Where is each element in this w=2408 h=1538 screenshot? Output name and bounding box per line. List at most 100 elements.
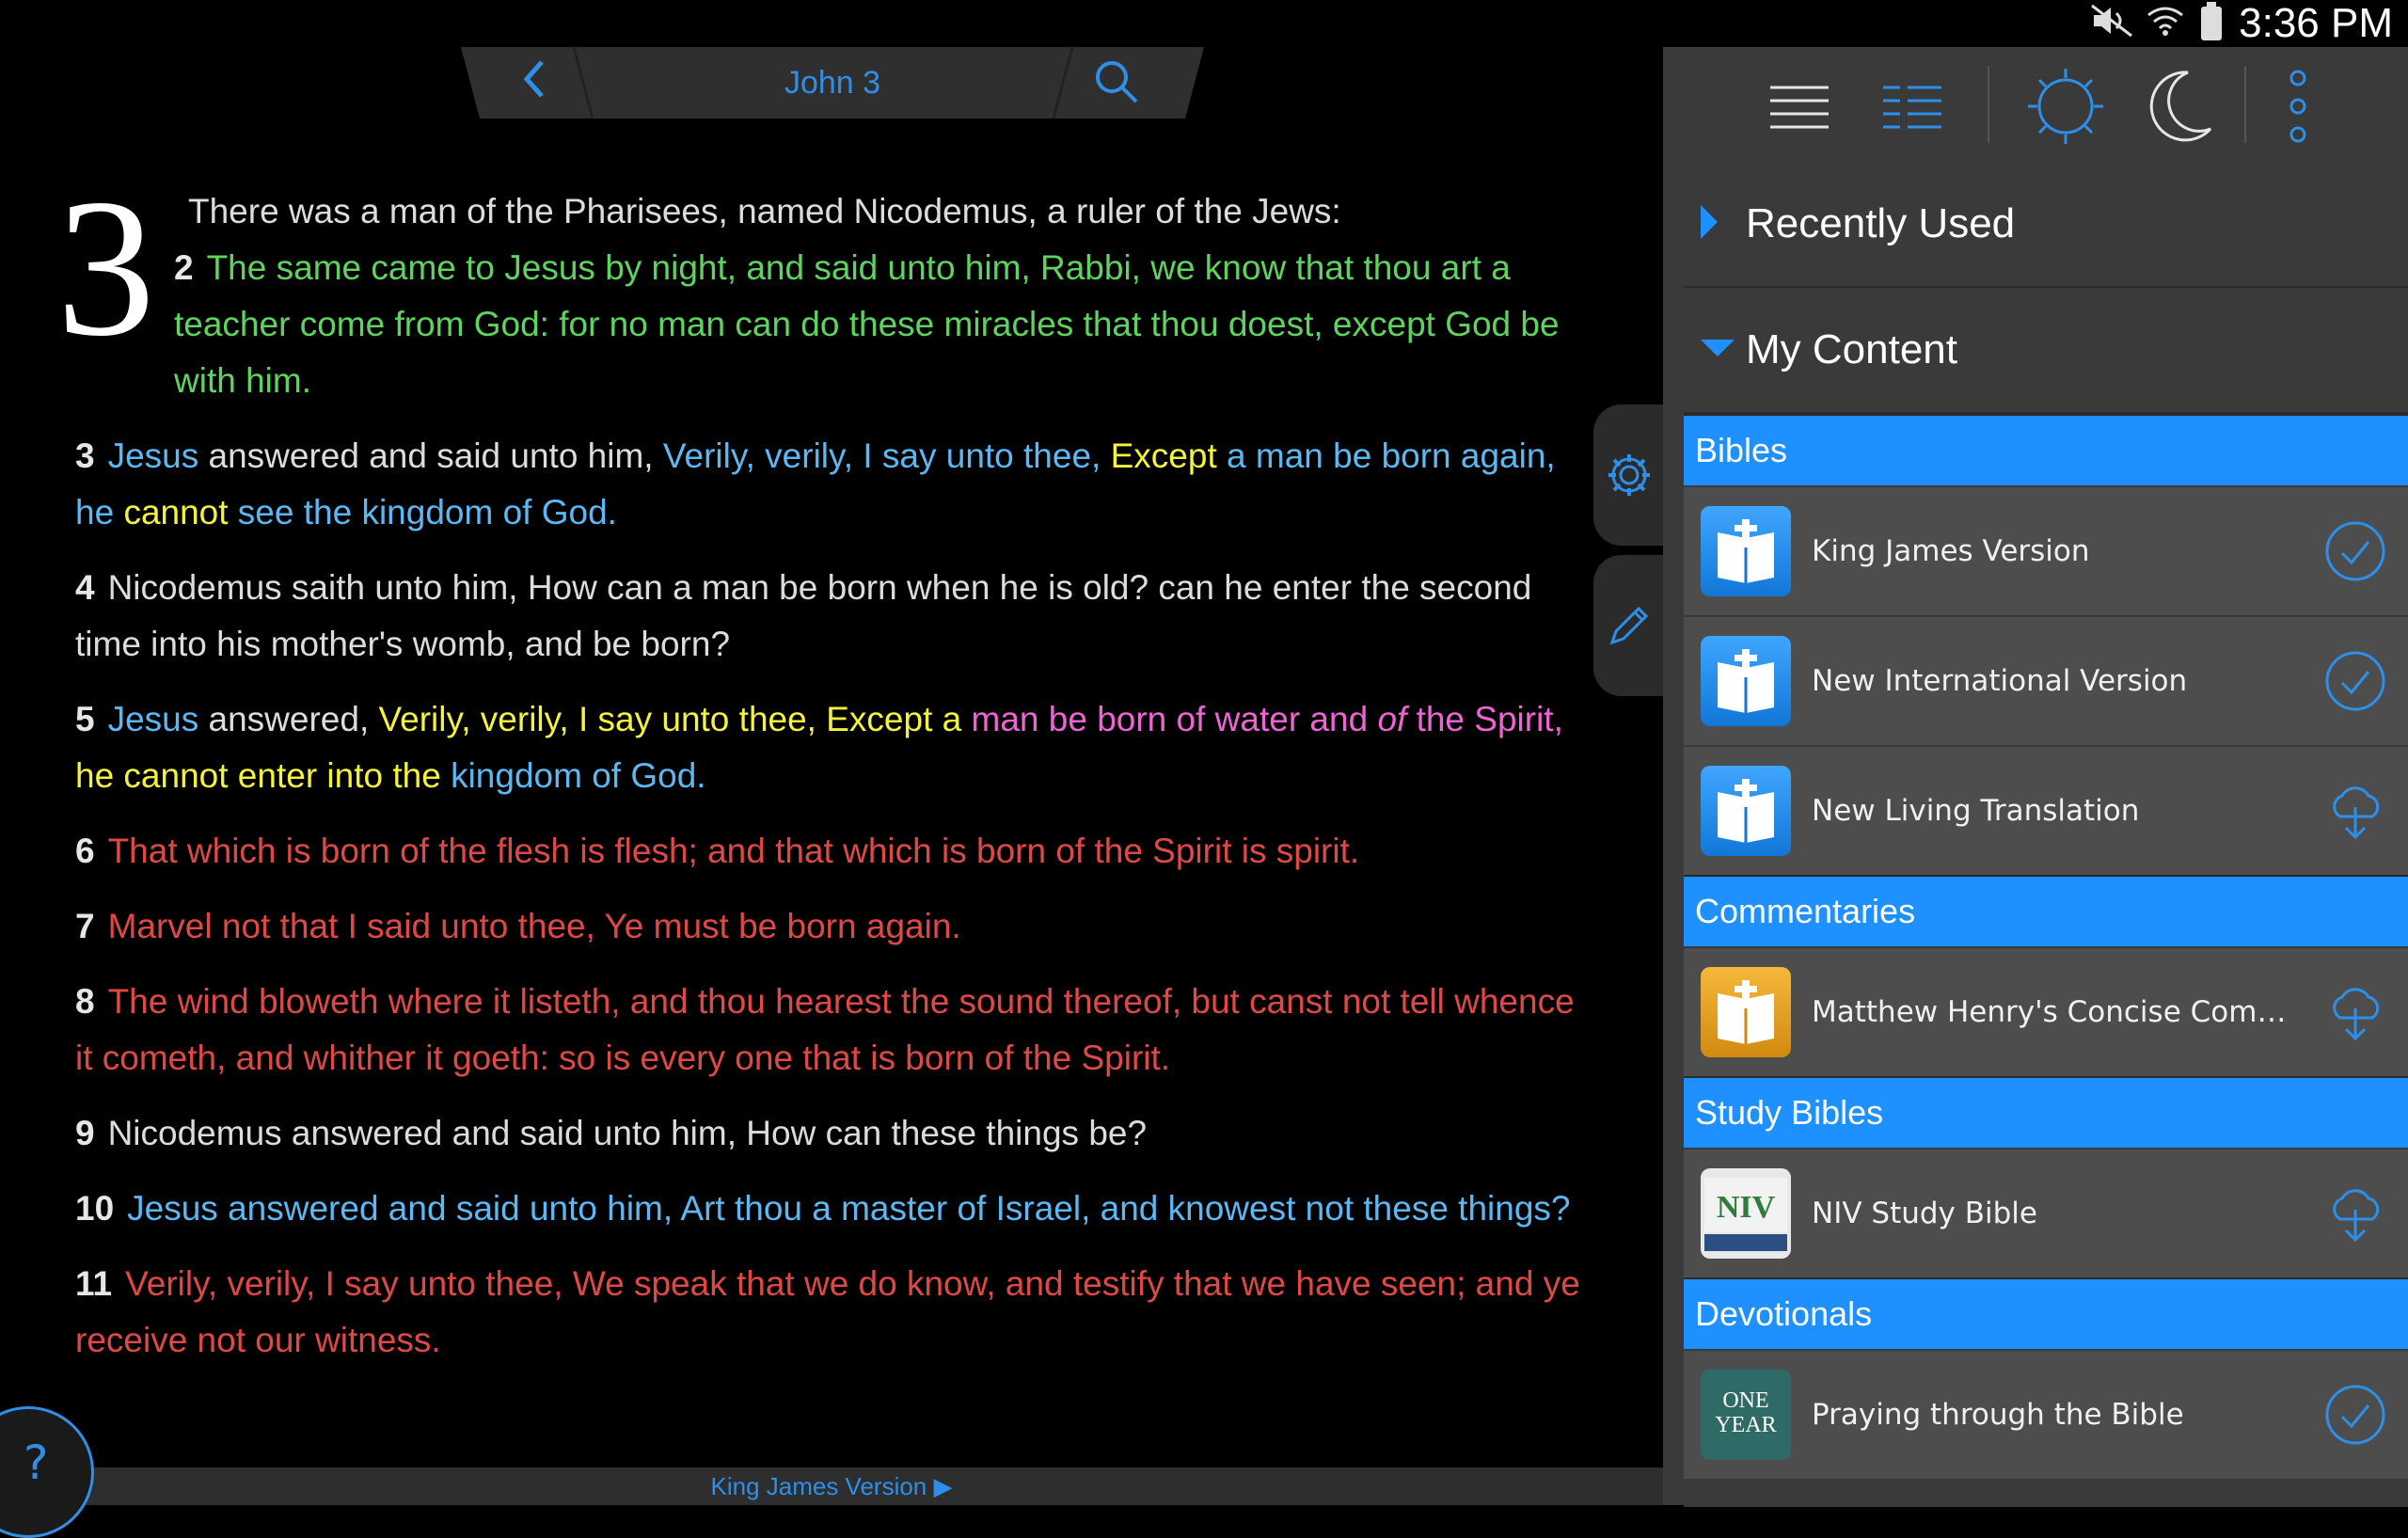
gold-book-icon bbox=[1701, 967, 1791, 1057]
verse-3[interactable]: 3 Jesus answered and said unto him, Veril… bbox=[75, 428, 1590, 541]
pencil-icon bbox=[1609, 606, 1649, 645]
search-icon bbox=[1096, 61, 1138, 103]
verse-segment: The wind bloweth where it listeth, and t… bbox=[75, 982, 1575, 1077]
content-item[interactable]: Matthew Henry's Concise Commentary bbox=[1684, 946, 2408, 1076]
verse-10[interactable]: 10 Jesus answered and said unto him, Art … bbox=[75, 1181, 1590, 1237]
svg-text:YEAR: YEAR bbox=[1715, 1413, 1776, 1437]
verse-text: There was a man of the Pharisees, named … bbox=[75, 183, 1590, 1387]
version-label[interactable]: King James Version ▶ bbox=[710, 1472, 952, 1501]
verse-segment: Verily, verily, I say unto thee, bbox=[662, 436, 1111, 475]
svg-text:ONE: ONE bbox=[1722, 1388, 1768, 1413]
svg-text:NIV: NIV bbox=[1717, 1190, 1776, 1225]
content-item[interactable]: New Living Translation bbox=[1684, 745, 2408, 875]
content-item[interactable]: ONE YEAR Praying through the Bible bbox=[1684, 1349, 2408, 1479]
chapter-title[interactable]: John 3 bbox=[649, 47, 1016, 119]
more-options-button[interactable] bbox=[2256, 64, 2340, 149]
category-header-bibles[interactable]: Bibles bbox=[1684, 414, 2408, 485]
verse-9[interactable]: 9 Nicodemus answered and said unto him, H… bbox=[75, 1105, 1590, 1162]
my-content-label: My Content bbox=[1746, 326, 1957, 373]
search-button[interactable] bbox=[1093, 58, 1149, 107]
caret-right-icon bbox=[1699, 203, 1736, 245]
verse-5[interactable]: 5 Jesus answered, Verily, verily, I say u… bbox=[75, 691, 1590, 804]
verse-segment: Verily, verily, I say unto thee, Except … bbox=[378, 700, 972, 738]
verse-segment: he cannot enter into the bbox=[75, 756, 452, 795]
verse-number: 6 bbox=[75, 832, 95, 870]
help-icon: ? bbox=[24, 1435, 49, 1490]
back-button[interactable] bbox=[519, 58, 576, 107]
panel-toolbar bbox=[1663, 47, 2408, 162]
content-item[interactable]: King James Version bbox=[1684, 485, 2408, 615]
columns-list-icon bbox=[1883, 86, 1941, 129]
blue-book-icon bbox=[1701, 766, 1791, 856]
content-item-name: Praying through the Bible bbox=[1812, 1398, 2184, 1432]
category-header-commentaries[interactable]: Commentaries bbox=[1684, 875, 2408, 946]
installed-check-icon[interactable] bbox=[2323, 649, 2387, 713]
content-item[interactable]: NIV NIV Study Bible bbox=[1684, 1148, 2408, 1277]
help-button[interactable]: ? bbox=[0, 1406, 94, 1538]
verse-8[interactable]: 8 The wind bloweth where it listeth, and … bbox=[75, 974, 1590, 1086]
toolbar-divider-2 bbox=[2244, 66, 2246, 143]
verse-number: 11 bbox=[75, 1264, 113, 1303]
verse-segment: answered and said unto him, bbox=[198, 436, 663, 475]
verse-segment: Jesus answered and said unto him, Art th… bbox=[127, 1189, 1571, 1228]
verse-segment: of bbox=[1377, 700, 1407, 738]
verse-4[interactable]: 4 Nicodemus saith unto him, How can a man… bbox=[75, 560, 1590, 673]
columns-view-button[interactable] bbox=[1870, 64, 1955, 149]
recently-used-header[interactable]: Recently Used bbox=[1684, 162, 2408, 288]
verse-segment: The same came to Jesus by night, and sai… bbox=[174, 248, 1560, 400]
verse-segment: Marvel not that I said unto thee, Ye mus… bbox=[107, 907, 961, 945]
version-footer[interactable]: King James Version ▶ bbox=[0, 1467, 1663, 1505]
verse-number: 4 bbox=[75, 568, 95, 607]
niv-icon: NIV bbox=[1701, 1168, 1791, 1259]
verse-segment: cannot bbox=[123, 493, 229, 531]
verse-segment: That which is born of the flesh is flesh… bbox=[107, 832, 1360, 870]
category-header-devotionals[interactable]: Devotionals bbox=[1684, 1277, 2408, 1349]
verse-number: 8 bbox=[75, 982, 95, 1021]
toolbar-divider bbox=[1988, 66, 1989, 143]
verse-number: 10 bbox=[75, 1189, 115, 1228]
overflow-menu-icon bbox=[2289, 70, 2306, 143]
verse-segment: Nicodemus saith unto him, How can a man … bbox=[75, 568, 1532, 663]
battery-icon bbox=[2201, 2, 2223, 40]
verse-7[interactable]: 7 Marvel not that I said unto thee, Ye mu… bbox=[75, 898, 1590, 955]
night-mode-button[interactable] bbox=[2136, 64, 2221, 149]
blue-book-icon bbox=[1701, 506, 1791, 596]
list-view-button[interactable] bbox=[1757, 64, 1842, 149]
category-header-study-bibles[interactable]: Study Bibles bbox=[1684, 1076, 2408, 1148]
my-content-header[interactable]: My Content bbox=[1684, 288, 2408, 414]
verse-segment: man be born of water and bbox=[971, 700, 1378, 738]
verse-number: 3 bbox=[75, 436, 95, 475]
sun-icon bbox=[2028, 69, 2103, 144]
wifi-icon bbox=[2147, 0, 2184, 48]
installed-check-icon[interactable] bbox=[2323, 1383, 2387, 1447]
cloud-download-icon[interactable] bbox=[2323, 1181, 2387, 1245]
verse-segment: Verily, verily, I say unto thee, We spea… bbox=[75, 1264, 1580, 1359]
content-item-name: New Living Translation bbox=[1812, 794, 2140, 828]
moon-icon bbox=[2149, 71, 2212, 142]
verse-1[interactable]: There was a man of the Pharisees, named … bbox=[75, 183, 1590, 240]
mute-icon bbox=[2090, 0, 2133, 48]
verse-segment: Jesus bbox=[107, 436, 199, 475]
verse-11[interactable]: 11 Verily, verily, I say unto thee, We sp… bbox=[75, 1256, 1590, 1369]
verse-2[interactable]: 2 The same came to Jesus by night, and sa… bbox=[75, 240, 1590, 409]
content-item[interactable]: New International Version bbox=[1684, 615, 2408, 745]
settings-tab[interactable] bbox=[1593, 404, 1663, 546]
verse-segment: answered, bbox=[198, 700, 379, 738]
verse-segment: the Spirit, bbox=[1406, 700, 1563, 738]
cloud-download-icon[interactable] bbox=[2323, 779, 2387, 843]
verse-6[interactable]: 6 That which is born of the flesh is fles… bbox=[75, 823, 1590, 880]
verse-segment: see the kingdom of God. bbox=[228, 493, 617, 531]
chevron-left-icon bbox=[523, 60, 544, 98]
verse-segment: There was a man of the Pharisees, named … bbox=[188, 192, 1341, 230]
gear-icon bbox=[1608, 454, 1650, 496]
verse-number: 9 bbox=[75, 1114, 95, 1152]
content-item-name: King James Version bbox=[1812, 534, 2090, 568]
content-item-name: New International Version bbox=[1812, 664, 2188, 698]
verse-segment: Except bbox=[1110, 436, 1217, 475]
installed-check-icon[interactable] bbox=[2323, 519, 2387, 583]
day-mode-button[interactable] bbox=[2023, 64, 2108, 149]
cloud-download-icon[interactable] bbox=[2323, 980, 2387, 1044]
oneyear-icon: ONE YEAR bbox=[1701, 1370, 1791, 1460]
chapter-nav: John 3 bbox=[461, 47, 1204, 119]
edit-tab[interactable] bbox=[1593, 555, 1663, 696]
